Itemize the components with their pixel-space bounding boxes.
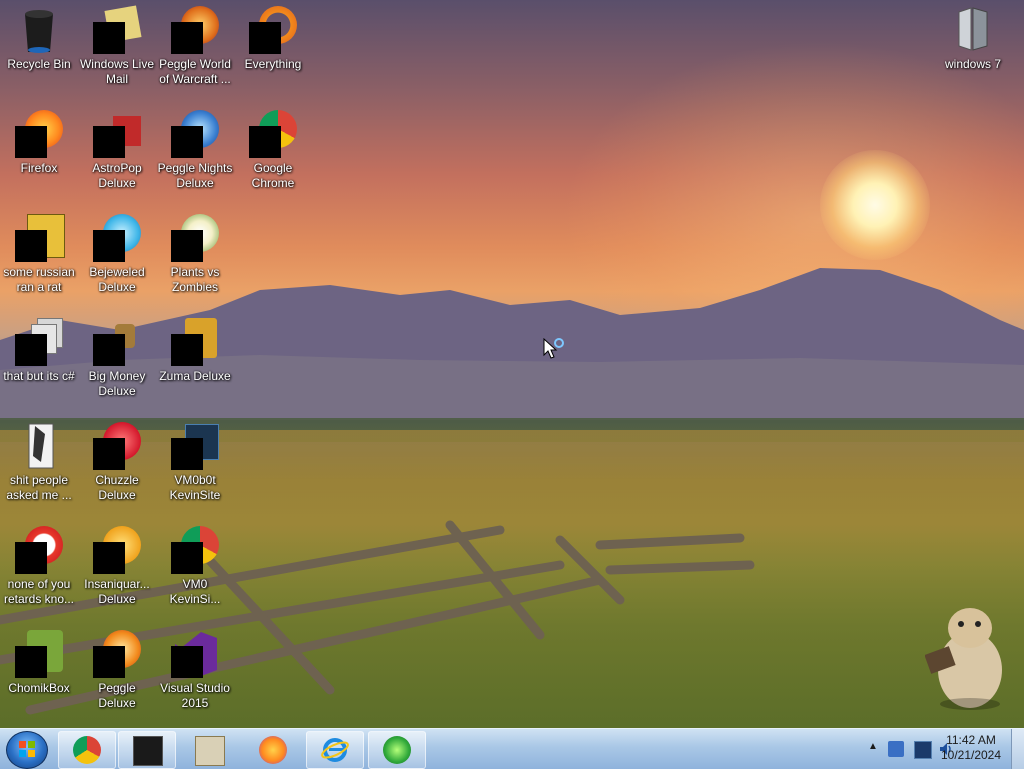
windows-logo-icon: [19, 741, 35, 757]
clock-date: 10/21/2024: [940, 748, 1002, 762]
taskbar-button-network-app[interactable]: [368, 731, 426, 769]
visual-studio-icon: [171, 630, 219, 678]
terminal-icon: [171, 422, 219, 470]
terminal-icon: [133, 736, 163, 766]
desktop-icon-peggle-wow[interactable]: Peggle World of Warcraft ...: [156, 0, 234, 87]
hamster-gadget: [925, 608, 1002, 710]
desktop-icon-astropop[interactable]: AstroPop Deluxe: [78, 104, 156, 191]
peggle-wow-icon: [171, 6, 219, 54]
busy-cursor-icon: [543, 338, 564, 359]
media-player-icon: [195, 736, 225, 766]
icon-label: Google Chrome: [251, 161, 295, 190]
desktop-icon-big-money[interactable]: Big Money Deluxe: [78, 312, 156, 399]
icon-label: Insaniquar... Deluxe: [84, 577, 150, 606]
desktop-icon-vm0-kevinsite[interactable]: VM0 KevinSi...: [156, 520, 234, 607]
icon-label: AstroPop Deluxe: [92, 161, 142, 190]
icon-label: Visual Studio 2015: [160, 681, 230, 710]
desktop-icon-peggle-nights[interactable]: Peggle Nights Deluxe: [156, 104, 234, 191]
start-button[interactable]: [6, 731, 48, 769]
chuzzle-icon: [93, 422, 141, 470]
icon-label: Chuzzle Deluxe: [95, 473, 139, 502]
tray-app-icon[interactable]: [888, 741, 904, 757]
network-monitor-icon[interactable]: [914, 741, 932, 759]
show-desktop-button[interactable]: [1011, 729, 1024, 769]
icon-label: Peggle World of Warcraft ...: [159, 57, 231, 86]
system-tray: ▲ 11:42 AM 10/21/2024: [824, 729, 1024, 769]
icon-label: some russian ran a rat: [3, 265, 75, 294]
firefox-icon: [259, 736, 287, 764]
show-hidden-icons-icon[interactable]: ▲: [868, 741, 878, 752]
network-globe-icon: [383, 736, 411, 764]
sun: [820, 150, 930, 260]
desktop-icon-russian-rat[interactable]: some russian ran a rat: [0, 208, 78, 295]
internet-explorer-icon: [321, 738, 349, 762]
desktop-icon-recycle-bin[interactable]: Recycle Bin: [0, 0, 78, 72]
peggle-icon: [93, 630, 141, 678]
icon-label: Everything: [244, 57, 302, 71]
desktop-icon-chomikbox[interactable]: ChomikBox: [0, 624, 78, 696]
icon-label: Plants vs Zombies: [170, 265, 220, 294]
taskbar-button-chrome[interactable]: [58, 731, 116, 769]
desktop-icon-google-chrome[interactable]: Google Chrome: [234, 104, 312, 191]
desktop: Recycle Bin Firefox some russian ran a r…: [0, 0, 1024, 728]
taskbar-button-firefox[interactable]: [244, 731, 302, 769]
gem-icon: [93, 214, 141, 262]
desktop-icon-insaniquarium[interactable]: Insaniquar... Deluxe: [78, 520, 156, 607]
flower-icon: [171, 214, 219, 262]
mail-icon: [93, 5, 142, 54]
desktop-icon-vm0b0t[interactable]: VM0b0t KevinSite: [156, 416, 234, 503]
taskbar: ▲ 11:42 AM 10/21/2024: [0, 728, 1024, 769]
opera-like-icon: [15, 526, 63, 574]
icon-label: ChomikBox: [8, 681, 70, 695]
document-icon: [15, 422, 63, 470]
icon-label: Peggle Nights Deluxe: [157, 161, 233, 190]
chomikbox-icon: [15, 630, 63, 678]
icon-label: Firefox: [20, 161, 58, 175]
desktop-icon-visual-studio[interactable]: Visual Studio 2015: [156, 624, 234, 711]
chrome-icon: [171, 526, 219, 574]
taskbar-button-internet-explorer[interactable]: [306, 731, 364, 769]
desktop-icon-peggle-deluxe[interactable]: Peggle Deluxe: [78, 624, 156, 711]
desktop-icon-windows-7[interactable]: windows 7: [934, 0, 1012, 72]
fish-icon: [93, 526, 141, 574]
desktop-icon-windows-live-mail[interactable]: Windows Live Mail: [78, 0, 156, 87]
desktop-icon-zuma[interactable]: Zuma Deluxe: [156, 312, 234, 384]
icon-label: Windows Live Mail: [79, 57, 155, 86]
desktop-icon-firefox[interactable]: Firefox: [0, 104, 78, 176]
icon-label: shit people asked me ...: [6, 473, 72, 502]
icon-label: Peggle Deluxe: [98, 681, 136, 710]
adobe-file-icon: [15, 214, 65, 262]
taskbar-button-media-player[interactable]: [180, 731, 238, 769]
chrome-icon: [249, 110, 297, 158]
clock[interactable]: 11:42 AM 10/21/2024: [936, 733, 1006, 763]
peggle-nights-icon: [171, 110, 219, 158]
desktop-icon-none-of-you[interactable]: none of you retards kno...: [0, 520, 78, 607]
clock-time: 11:42 AM: [946, 733, 996, 747]
desktop-icon-bejeweled[interactable]: Bejeweled Deluxe: [78, 208, 156, 295]
icon-label: none of you retards kno...: [3, 577, 75, 606]
desktop-icon-chuzzle[interactable]: Chuzzle Deluxe: [78, 416, 156, 503]
icon-label: windows 7: [944, 57, 1002, 71]
book-icon: [949, 6, 997, 54]
everything-search-icon: [249, 6, 297, 54]
astropop-icon: [93, 110, 141, 158]
icon-label: that but its c#: [3, 369, 75, 383]
recycle-bin-icon: [15, 6, 63, 54]
desktop-icon-plants-vs-zombies[interactable]: Plants vs Zombies: [156, 208, 234, 295]
stacked-files-icon: [15, 318, 63, 366]
desktop-icon-everything[interactable]: Everything: [234, 0, 312, 72]
desktop-icon-shit-people-asked[interactable]: shit people asked me ...: [0, 416, 78, 503]
firefox-icon: [15, 110, 63, 158]
desktop-icon-that-but-its-csharp[interactable]: that but its c#: [0, 312, 78, 384]
icon-label: Big Money Deluxe: [88, 369, 146, 398]
icon-label: VM0 KevinSi...: [169, 577, 221, 606]
icon-label: Bejeweled Deluxe: [89, 265, 145, 294]
taskbar-button-terminal[interactable]: [118, 731, 176, 769]
icon-label: Zuma Deluxe: [159, 369, 231, 383]
big-money-icon: [93, 318, 141, 366]
chrome-icon: [73, 736, 101, 764]
icon-label: Recycle Bin: [7, 57, 71, 71]
icon-label: VM0b0t KevinSite: [169, 473, 221, 502]
zuma-icon: [171, 318, 219, 366]
